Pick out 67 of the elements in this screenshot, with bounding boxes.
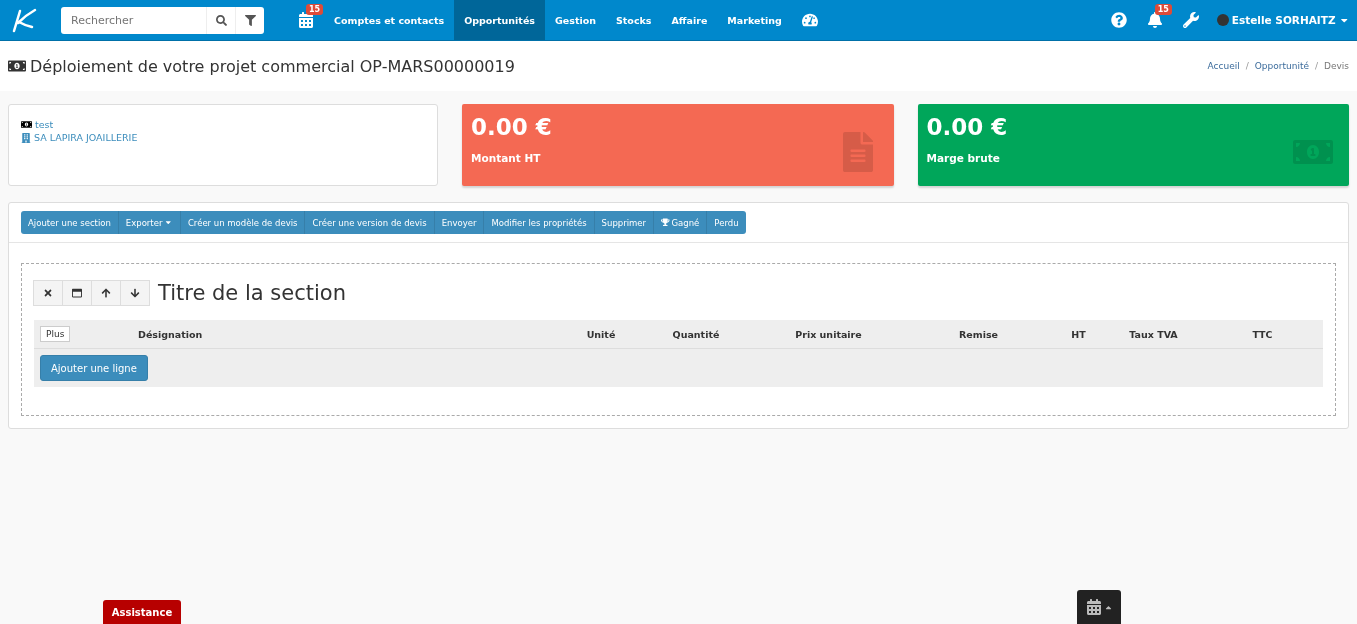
nav-tab[interactable]: Opportunités <box>454 0 545 40</box>
calendar-widget[interactable] <box>1077 590 1121 624</box>
more-button[interactable]: Plus <box>40 326 71 342</box>
column-header: Prix unitaire <box>794 328 863 340</box>
nav-tab[interactable]: Affaire <box>661 0 718 40</box>
column-header: Unité <box>585 328 617 340</box>
filter-icon <box>244 14 256 26</box>
stat-label: Montant HT <box>471 152 542 164</box>
wrench-icon[interactable] <box>1182 12 1199 28</box>
nav-tab[interactable]: Marketing <box>717 0 792 40</box>
assistance-tab[interactable]: Assistance <box>103 600 181 624</box>
stat-label: Marge brute <box>926 152 1001 164</box>
caret-icon <box>164 218 173 227</box>
avatar <box>1216 14 1229 26</box>
search-icon <box>215 14 227 26</box>
breadcrumb-link[interactable]: Opportunité <box>1254 61 1309 71</box>
action-button[interactable]: Gagné <box>654 211 708 234</box>
filter-button[interactable] <box>235 6 264 34</box>
window-button[interactable] <box>62 280 92 306</box>
action-button[interactable]: Créer un modèle de devis <box>180 211 306 234</box>
arrow-down-icon <box>130 288 140 298</box>
page-title: Déploiement de votre projet commercial OP-MARS00000019 <box>30 56 515 76</box>
search-field[interactable]: Rechercher <box>61 6 206 34</box>
opportunity-link[interactable]: test <box>35 119 54 130</box>
building-icon <box>21 132 31 143</box>
delete-button[interactable] <box>33 280 63 306</box>
breadcrumb-separator: / <box>1245 61 1249 71</box>
column-header: Quantité <box>671 328 721 340</box>
calendar-icon[interactable] <box>298 12 314 28</box>
action-button[interactable]: Supprimer <box>594 211 655 234</box>
column-header: TTC <box>1251 328 1274 340</box>
close-icon <box>43 288 53 298</box>
move-down-button[interactable] <box>120 280 150 306</box>
breadcrumb-separator: / <box>1314 61 1318 71</box>
nav-tab[interactable]: Stocks <box>606 0 662 40</box>
column-header: Désignation <box>137 328 204 340</box>
action-button[interactable]: Créer une version de devis <box>305 211 435 234</box>
section-title: Titre de la section <box>158 281 346 305</box>
breadcrumb-link[interactable]: Devis <box>1324 61 1349 71</box>
calendar-icon <box>1085 599 1102 615</box>
arrow-up-icon <box>101 288 111 298</box>
action-button[interactable]: Perdu <box>707 211 746 234</box>
search-button[interactable] <box>206 6 235 34</box>
user-menu[interactable]: Estelle SORHAITZ <box>1216 14 1349 26</box>
bell-icon[interactable] <box>1146 12 1163 28</box>
action-button[interactable]: Modifier les propriétés <box>484 211 595 234</box>
action-button[interactable]: Ajouter une section <box>21 211 119 234</box>
notification-badge: 15 <box>1154 4 1172 15</box>
nav-tab[interactable]: Gestion <box>545 0 606 40</box>
notification-badge: 15 <box>306 4 324 15</box>
banknote-icon <box>21 119 32 130</box>
column-header: Remise <box>958 328 999 340</box>
trophy-icon <box>661 218 670 227</box>
move-up-button[interactable] <box>91 280 121 306</box>
add-line-button[interactable]: Ajouter une ligne <box>40 355 148 381</box>
dashboard-icon[interactable] <box>801 12 818 28</box>
stat-value: 0.00 € <box>926 114 1009 140</box>
nav-tab[interactable]: Comptes et contacts <box>324 0 455 40</box>
help-icon[interactable] <box>1110 12 1127 28</box>
action-button[interactable]: Envoyer <box>434 211 485 234</box>
column-header: HT <box>1070 328 1087 340</box>
window-icon <box>72 288 82 298</box>
action-button[interactable]: Exporter <box>118 211 181 234</box>
stat-value: 0.00 € <box>471 114 553 140</box>
column-header: Taux TVA <box>1128 328 1179 340</box>
breadcrumb-link[interactable]: Accueil <box>1207 61 1240 71</box>
company-link[interactable]: SA LAPIRA JOAILLERIE <box>34 132 138 143</box>
